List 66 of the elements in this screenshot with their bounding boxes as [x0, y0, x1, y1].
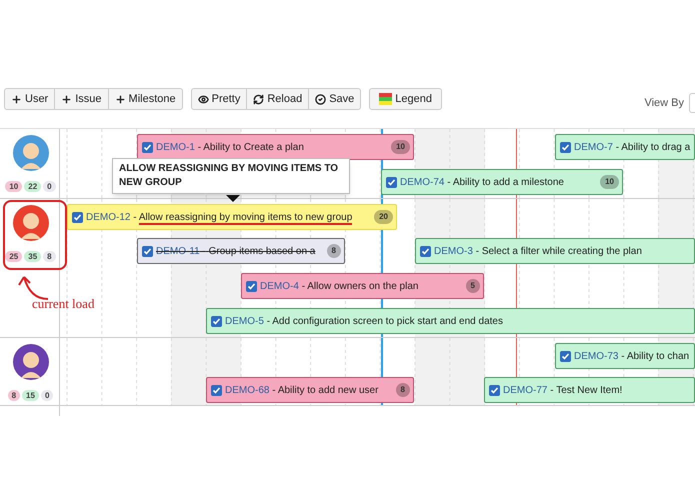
issue-bar[interactable]: DEMO-7 - Ability to drag a: [555, 134, 695, 160]
toolbar-button[interactable]: Issue: [55, 88, 109, 110]
toolbar-button[interactable]: Save: [309, 88, 362, 110]
count-badge: 35: [24, 251, 42, 262]
toolbar-button[interactable]: Legend: [369, 88, 442, 110]
issue-title: DEMO-3 - Select a filter while creating the plan: [434, 244, 642, 258]
count-badge: 0: [43, 181, 56, 192]
issue-bar[interactable]: DEMO-3 - Select a filter while creating the plan: [415, 238, 695, 264]
estimate-badge: 10: [600, 175, 619, 189]
estimate-badge: 10: [391, 140, 410, 154]
eye-icon: [198, 94, 209, 104]
issue-bar[interactable]: DEMO-11 - Group items based on a 8: [137, 238, 345, 264]
issue-bar[interactable]: DEMO-68 - Ability to add new user 8: [206, 377, 414, 403]
count-badge: 8: [43, 251, 56, 262]
issue-title: DEMO-11 - Group items based on a: [156, 244, 316, 258]
issue-title: DEMO-74 - Ability to add a milestone: [400, 176, 564, 190]
issue-title: DEMO-5 - Add configuration screen to pick start and end dates: [225, 314, 503, 328]
count-badge: 15: [22, 390, 39, 401]
checkbox[interactable]: [489, 384, 500, 396]
issue-title: DEMO-77 - Test New Item!: [503, 384, 622, 398]
issue-bar[interactable]: DEMO-5 - Add configuration screen to pick start and end dates: [206, 308, 695, 334]
check-circle-icon: [315, 94, 326, 104]
count-badge: 22: [24, 181, 42, 192]
checkbox[interactable]: [211, 384, 222, 396]
checkbox[interactable]: [142, 246, 153, 256]
checkbox[interactable]: [211, 316, 222, 326]
toolbar-button[interactable]: Milestone: [108, 88, 183, 110]
checkbox[interactable]: [142, 142, 153, 152]
tooltip-pointer-icon: [226, 195, 240, 202]
plus-icon: [61, 94, 72, 104]
refresh-icon: [253, 94, 264, 104]
issue-bar[interactable]: DEMO-73 - Ability to chan: [555, 343, 695, 369]
toolbar-button[interactable]: User: [4, 88, 56, 110]
count-badge: 8: [8, 390, 20, 401]
issue-title: DEMO-12 - Allow reassigning by moving items to new group: [86, 210, 352, 224]
estimate-badge: 8: [396, 383, 410, 397]
estimate-badge: 5: [466, 279, 480, 293]
issue-title: DEMO-4 - Allow owners on the plan: [260, 280, 418, 294]
plus-icon: [11, 94, 22, 104]
checkbox[interactable]: [72, 212, 83, 222]
issue-bar[interactable]: DEMO-74 - Ability to add a milestone 10: [381, 169, 623, 195]
issue-bar[interactable]: DEMO-4 - Allow owners on the plan 5: [241, 273, 484, 299]
legend-icon: [379, 93, 392, 105]
issue-title: DEMO-68 - Ability to add new user: [225, 384, 378, 398]
count-badge: 10: [5, 181, 22, 192]
tooltip: ALLOW REASSIGNING BY MOVING ITEMS TO NEW GROUP: [112, 158, 350, 194]
annotation-text: current load: [32, 295, 94, 313]
checkbox[interactable]: [560, 350, 571, 362]
estimate-badge: 20: [374, 210, 393, 224]
toolbar-button[interactable]: Reload: [247, 88, 310, 110]
estimate-badge: 8: [326, 244, 341, 258]
checkbox[interactable]: [420, 246, 431, 256]
issue-title: DEMO-1 - Ability to Create a plan: [156, 140, 304, 154]
issue-bar[interactable]: DEMO-1 - Ability to Create a plan 10: [137, 134, 414, 160]
checkbox[interactable]: [246, 280, 257, 292]
checkbox[interactable]: [386, 176, 397, 188]
issue-title: DEMO-73 - Ability to chan: [574, 350, 690, 364]
plus-icon: [114, 94, 126, 104]
issue-bar[interactable]: DEMO-77 - Test New Item!: [484, 377, 695, 403]
view-by-label: View By: [644, 96, 684, 111]
count-badge: 25: [5, 251, 22, 262]
count-badge: 0: [40, 390, 54, 401]
issue-title: DEMO-7 - Ability to drag a: [574, 140, 690, 154]
issue-bar[interactable]: DEMO-12 - Allow reassigning by moving items to new group 20: [67, 204, 397, 230]
checkbox[interactable]: [560, 142, 571, 152]
toolbar-button[interactable]: Pretty: [190, 88, 248, 110]
